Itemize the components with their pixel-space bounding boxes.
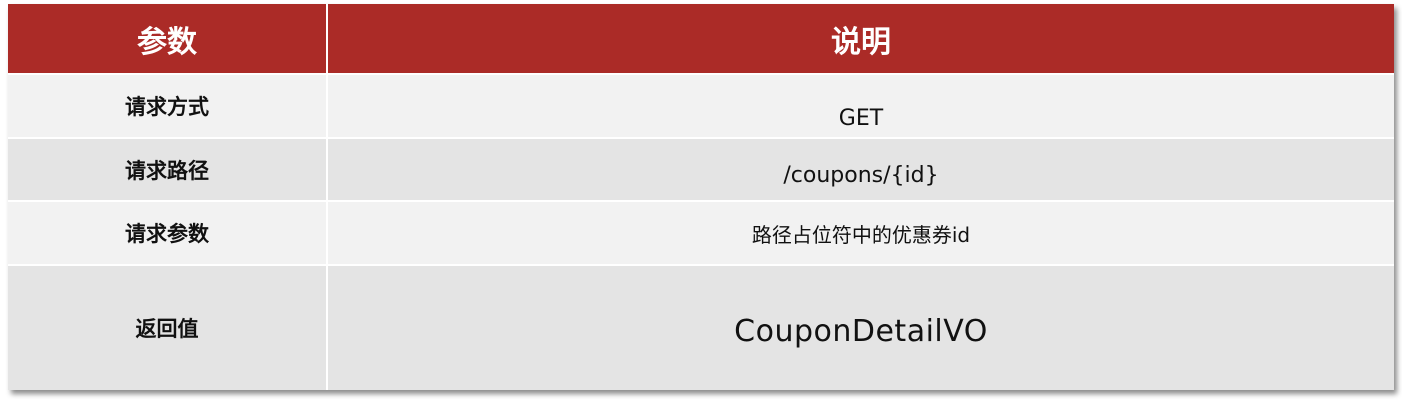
row-value-cell: GET xyxy=(327,72,1394,139)
row-label: 返回值 xyxy=(8,263,328,390)
return-value: CouponDetailVO xyxy=(734,314,988,350)
table-header-row: 参数 说明 xyxy=(8,4,1394,74)
table-row: 请求参数 路径占位符中的优惠券id xyxy=(8,200,1394,265)
table-row: 返回值 CouponDetailVO xyxy=(8,263,1394,390)
api-spec-table-container: 参数 说明 请求方式 GET 请求路径 /coupons/{id} 请求参数 路… xyxy=(8,4,1394,390)
table-row: 请求方式 GET xyxy=(8,72,1394,139)
row-label: 请求参数 xyxy=(8,200,328,265)
request-path-value: /coupons/{id} xyxy=(783,163,939,189)
row-value-cell: 路径占位符中的优惠券id xyxy=(327,200,1394,265)
request-method-value: GET xyxy=(838,105,884,131)
row-value-cell: CouponDetailVO xyxy=(327,263,1394,390)
table-row: 请求路径 /coupons/{id} xyxy=(8,137,1394,202)
request-params-value: 路径占位符中的优惠券id xyxy=(751,222,971,247)
row-value-cell: /coupons/{id} xyxy=(327,137,1394,202)
header-description: 说明 xyxy=(327,4,1394,74)
header-param: 参数 xyxy=(8,4,328,74)
row-label: 请求路径 xyxy=(8,137,328,202)
api-spec-table: 参数 说明 请求方式 GET 请求路径 /coupons/{id} 请求参数 路… xyxy=(8,4,1394,390)
row-label: 请求方式 xyxy=(8,72,328,139)
